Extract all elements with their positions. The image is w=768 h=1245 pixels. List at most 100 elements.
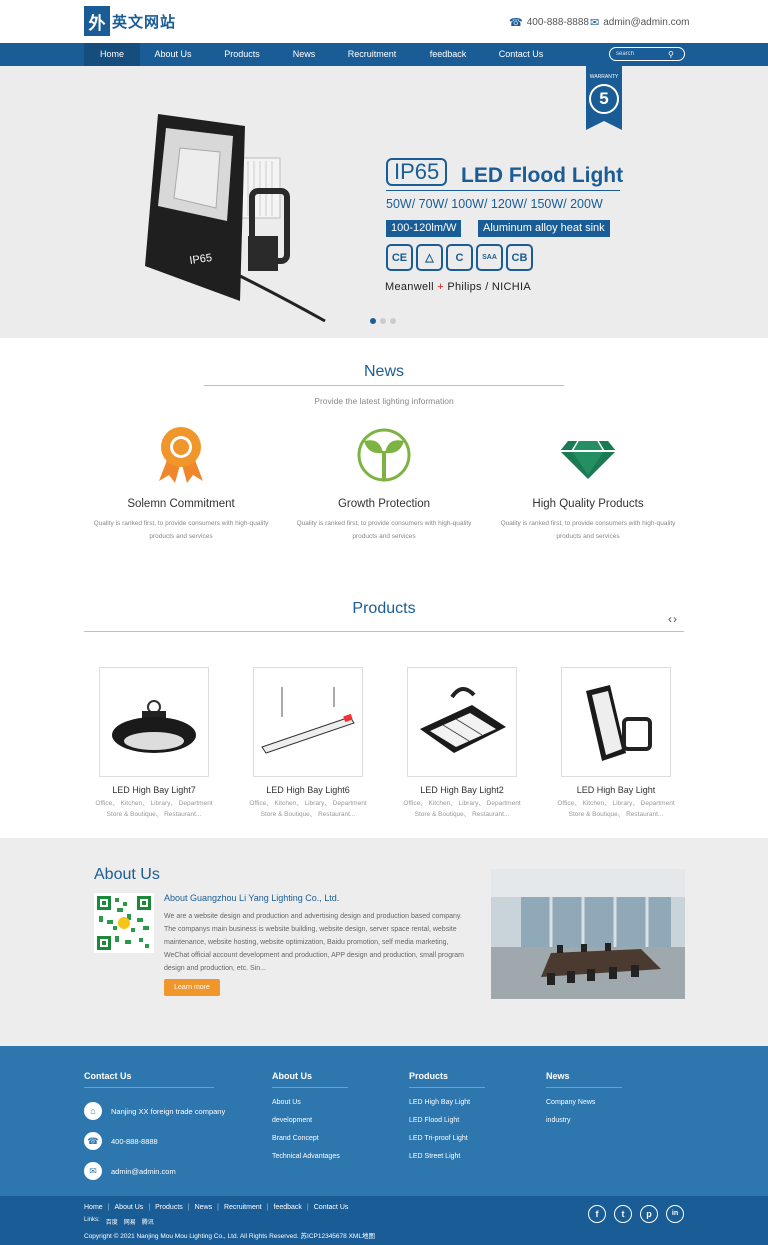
nav-about-us[interactable]: About Us bbox=[146, 43, 200, 66]
footer-link[interactable]: About Us bbox=[272, 1099, 348, 1106]
learn-more-button[interactable]: Learn more bbox=[164, 979, 220, 996]
header-email[interactable]: ✉ admin@admin.com bbox=[590, 16, 690, 29]
footer-email[interactable]: ✉ admin@admin.com bbox=[84, 1162, 225, 1180]
badge-heat-sink: Aluminum alloy heat sink bbox=[478, 220, 610, 237]
search-icon[interactable]: ⚲ bbox=[668, 50, 674, 59]
product-name[interactable]: LED High Bay Light7 bbox=[94, 785, 214, 795]
products-arrows[interactable]: ‹› bbox=[668, 612, 678, 626]
warranty-number: 5 bbox=[589, 84, 619, 114]
products-divider bbox=[84, 631, 684, 632]
product-card[interactable]: LED High Bay Light7 Office、 Kitchen、 Lib… bbox=[94, 667, 214, 820]
footer-contact-title: Contact Us bbox=[84, 1071, 214, 1088]
footer-news: News Company News industry bbox=[546, 1071, 622, 1124]
brand-meanwell: Meanwell bbox=[385, 281, 434, 293]
footer-phone-text: 400-888-8888 bbox=[111, 1136, 158, 1146]
bottom-nav-products[interactable]: Products bbox=[155, 1204, 183, 1211]
footer-link[interactable]: LED Tri-proof Light bbox=[409, 1135, 485, 1142]
friend-link[interactable]: 网易 bbox=[124, 1217, 136, 1226]
search-box: ⚲ bbox=[609, 47, 685, 61]
slider-dots bbox=[370, 318, 400, 324]
nav-home[interactable]: Home bbox=[84, 43, 140, 66]
product-card[interactable]: LED High Bay Light2 Office、 Kitchen、 Lib… bbox=[402, 667, 522, 820]
feature-growth-protection: Growth Protection Quality is ranked firs… bbox=[284, 425, 484, 543]
footer-products: Products LED High Bay Light LED Flood Li… bbox=[409, 1071, 485, 1160]
logo[interactable]: 外 英文网站 bbox=[84, 6, 176, 36]
nav-feedback[interactable]: feedback bbox=[420, 43, 476, 66]
about-subtitle[interactable]: About Guangzhou Li Yang Lighting Co., Lt… bbox=[164, 893, 339, 903]
cert-saa-icon: SAA bbox=[476, 244, 503, 271]
nav-news[interactable]: News bbox=[284, 43, 324, 66]
bottom-nav-home[interactable]: Home bbox=[84, 1204, 103, 1211]
product-image[interactable] bbox=[99, 667, 209, 777]
friend-link[interactable]: 腾讯 bbox=[142, 1217, 154, 1226]
friend-link[interactable]: 百度 bbox=[106, 1217, 118, 1226]
banner-divider bbox=[386, 190, 620, 191]
footer-link[interactable]: Company News bbox=[546, 1099, 622, 1106]
bottom-nav-about[interactable]: About Us bbox=[115, 1204, 144, 1211]
footer-phone: ☎ 400-888-8888 bbox=[84, 1132, 225, 1150]
product-name[interactable]: LED High Bay Light2 bbox=[402, 785, 522, 795]
bottom-nav-news[interactable]: News bbox=[195, 1204, 213, 1211]
cert-triangle-icon: △ bbox=[416, 244, 443, 271]
bottom-bar: Home | About Us | Products | News | Recruitm… bbox=[0, 1196, 768, 1245]
feature-solemn-commitment: Solemn Commitment Quality is ranked firs… bbox=[81, 425, 281, 543]
footer-news-title: News bbox=[546, 1071, 622, 1088]
links-label: Links: bbox=[84, 1217, 100, 1223]
bottom-nav-recruitment[interactable]: Recruitment bbox=[224, 1204, 262, 1211]
about-section: About Us About Guangzhou Li Yang Lightin… bbox=[0, 838, 768, 1046]
hero-banner: IP65 WARRANTY 5 IP65 LED Flood Light 50W… bbox=[0, 66, 768, 338]
news-title: News bbox=[363, 363, 404, 380]
footer-link[interactable]: LED Street Light bbox=[409, 1153, 485, 1160]
product-card[interactable]: LED High Bay Light Office、 Kitchen、 Libr… bbox=[556, 667, 676, 820]
cert-cb-icon: CB bbox=[506, 244, 533, 271]
brand-philips-nichia: Philips / NICHIA bbox=[447, 281, 531, 293]
feature-title: Solemn Commitment bbox=[127, 498, 235, 510]
feature-desc: Quality is ranked first, to provide cons… bbox=[500, 520, 676, 540]
footer-link[interactable]: LED High Bay Light bbox=[409, 1099, 485, 1106]
flood-light-image: IP65 bbox=[145, 114, 326, 323]
news-subtitle: Provide the latest lighting information bbox=[314, 396, 454, 406]
friend-links: Links: 百度 网易 腾讯 bbox=[84, 1217, 160, 1226]
footer-address: ⌂ Nanjing XX foreign trade company bbox=[84, 1102, 225, 1120]
search-input[interactable] bbox=[610, 51, 665, 57]
slider-dot-1[interactable] bbox=[370, 318, 376, 324]
product-name[interactable]: LED High Bay Light6 bbox=[248, 785, 368, 795]
footer-link[interactable]: Brand Concept bbox=[272, 1135, 348, 1142]
slider-dot-2[interactable] bbox=[380, 318, 386, 324]
footer-address-text: Nanjing XX foreign trade company bbox=[111, 1106, 226, 1116]
footer-email-text: admin@admin.com bbox=[111, 1166, 176, 1176]
about-title: About Us bbox=[94, 866, 160, 883]
pinterest-icon[interactable]: p bbox=[640, 1205, 658, 1223]
footer-link[interactable]: industry bbox=[546, 1117, 622, 1124]
office-photo bbox=[491, 869, 685, 999]
nav-recruitment[interactable]: Recruitment bbox=[340, 43, 404, 66]
product-card[interactable]: LED High Bay Light6 Office、 Kitchen、 Lib… bbox=[248, 667, 368, 820]
slider-dot-3[interactable] bbox=[390, 318, 396, 324]
header-phone-text: 400-888-8888 bbox=[526, 17, 589, 28]
footer-link[interactable]: LED Flood Light bbox=[409, 1117, 485, 1124]
feature-title: High Quality Products bbox=[532, 498, 644, 510]
products-title: Products bbox=[352, 600, 416, 617]
product-image[interactable] bbox=[407, 667, 517, 777]
feature-desc: Quality is ranked first, to provide cons… bbox=[296, 520, 472, 540]
footer-about-title: About Us bbox=[272, 1071, 348, 1088]
twitter-icon[interactable]: t bbox=[614, 1205, 632, 1223]
product-name[interactable]: LED High Bay Light bbox=[556, 785, 676, 795]
footer-link[interactable]: development bbox=[272, 1117, 348, 1124]
product-desc: Office、 Kitchen、 Library、 Department Sto… bbox=[95, 800, 213, 818]
product-desc: Office、 Kitchen、 Library、 Department Sto… bbox=[249, 800, 367, 818]
bottom-nav-contact[interactable]: Contact Us bbox=[314, 1204, 349, 1211]
warranty-text: WARRANTY bbox=[589, 74, 619, 80]
feature-desc: Quality is ranked first, to provide cons… bbox=[93, 520, 269, 540]
product-image[interactable] bbox=[561, 667, 671, 777]
bottom-nav-feedback[interactable]: feedback bbox=[274, 1204, 302, 1211]
product-image[interactable] bbox=[253, 667, 363, 777]
nav-contact-us[interactable]: Contact Us bbox=[492, 43, 550, 66]
nav-products[interactable]: Products bbox=[214, 43, 270, 66]
mail-icon: ✉ bbox=[84, 1162, 102, 1180]
linkedin-icon[interactable]: in bbox=[666, 1205, 684, 1223]
copyright: Copyright © 2021 Nanjing Mou Mou Lightin… bbox=[84, 1233, 375, 1240]
footer-link[interactable]: Technical Advantages bbox=[272, 1153, 348, 1160]
diamond-icon bbox=[560, 440, 616, 479]
facebook-icon[interactable]: f bbox=[588, 1205, 606, 1223]
